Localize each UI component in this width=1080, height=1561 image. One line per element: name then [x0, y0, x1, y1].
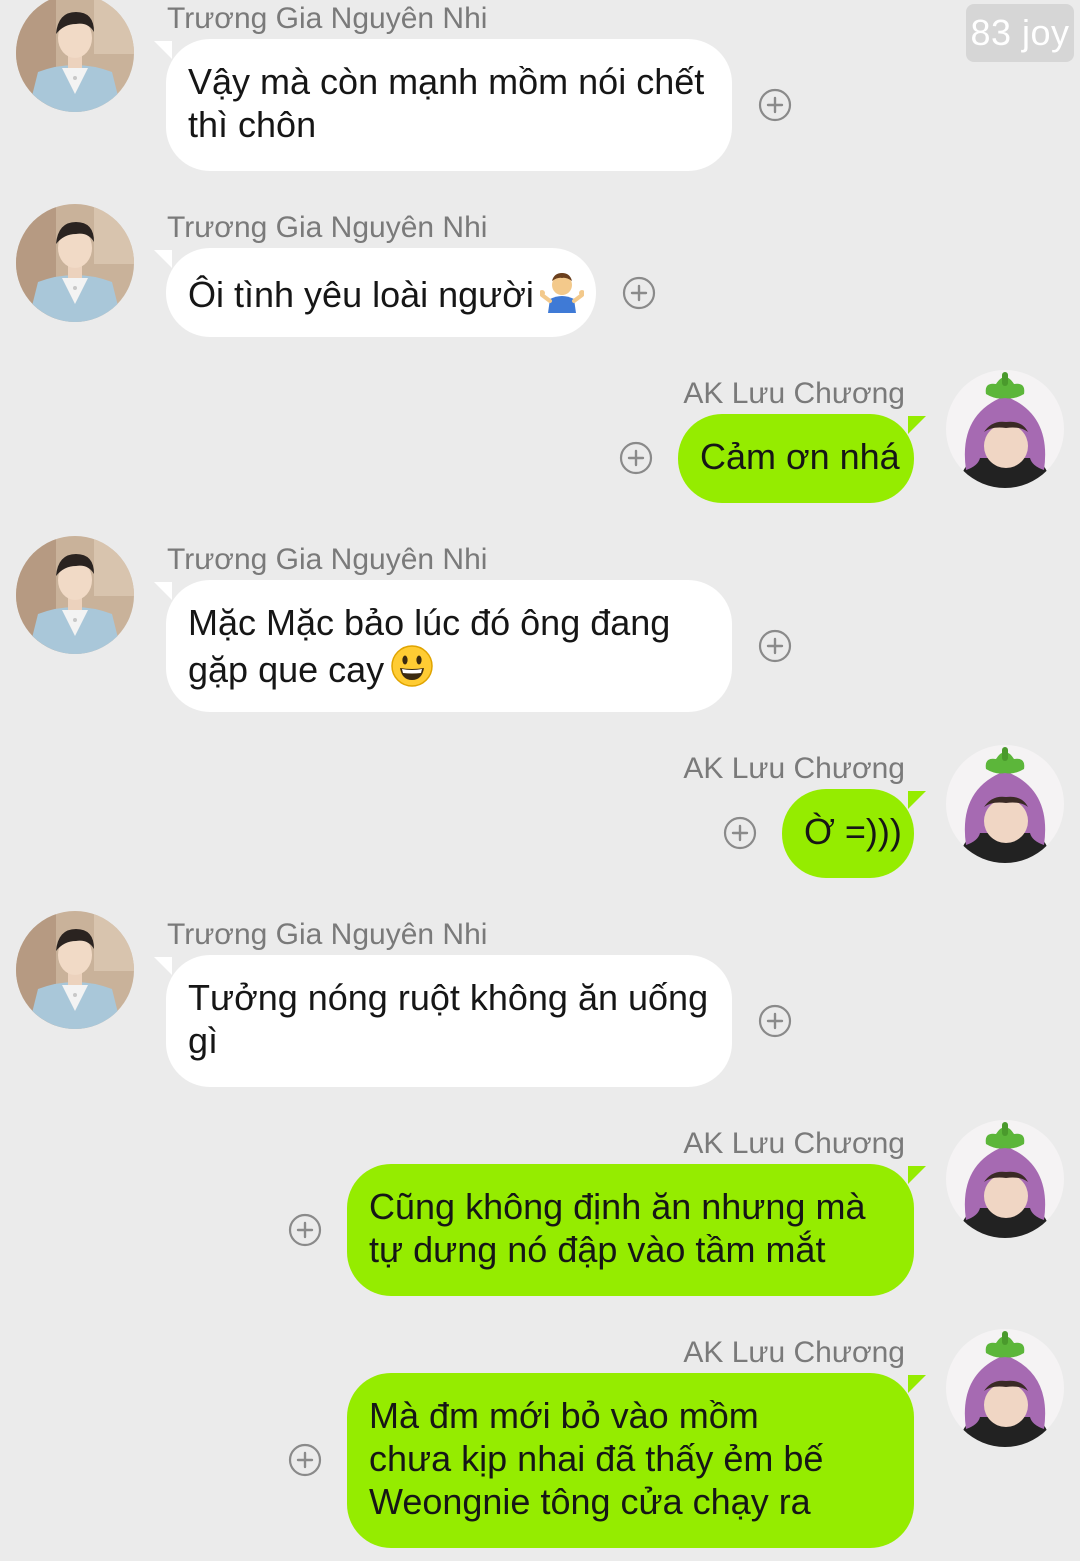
message-bubble[interactable]: Mà đm mới bỏ vào mồm chưa kịp nhai đã th…	[347, 1373, 926, 1548]
contact-avatar[interactable]	[16, 911, 134, 1029]
plus-circle-icon[interactable]	[758, 88, 792, 122]
plus-circle-icon[interactable]	[619, 441, 653, 475]
message-text-line: Cũng không định ăn nhưng mà	[369, 1186, 866, 1227]
message-text-line: Mà đm mới bỏ vào mồm	[369, 1395, 759, 1436]
self-avatar[interactable]	[946, 1329, 1064, 1447]
message-text-line: Tưởng nóng ruột không ăn uống	[188, 977, 709, 1018]
person-shrugging-emoji-icon	[540, 269, 584, 313]
sender-name: Trương Gia Nguyên Nhi	[167, 2, 488, 35]
contact-avatar[interactable]	[16, 536, 134, 654]
message-text-line: Vậy mà còn mạnh mồm nói chết	[188, 61, 705, 102]
plus-circle-icon[interactable]	[622, 276, 656, 310]
sender-name: AK Lưu Chương	[683, 752, 905, 785]
message-text-line: Ờ =)))	[804, 811, 902, 852]
plus-circle-icon[interactable]	[758, 1004, 792, 1038]
watermark-label: 83 joy	[966, 4, 1074, 62]
message-bubble[interactable]: Ôi tình yêu loài người	[154, 248, 596, 337]
message-text-line: Cảm ơn nhá	[700, 436, 900, 477]
sender-name: AK Lưu Chương	[683, 1336, 905, 1369]
message-text: gặp que cay	[188, 649, 385, 690]
message-bubble[interactable]: Vậy mà còn mạnh mồm nói chết thì chôn	[154, 39, 732, 171]
message-text-line: gì	[188, 1020, 219, 1061]
message-text-line: Weongnie tông cửa chạy ra	[369, 1481, 811, 1522]
message-text-line: tự dưng nó đập vào tầm mắt	[369, 1229, 826, 1270]
plus-circle-icon[interactable]	[288, 1443, 322, 1477]
contact-avatar[interactable]	[16, 204, 134, 322]
sender-name: AK Lưu Chương	[683, 1127, 905, 1160]
message-bubble[interactable]: Tưởng nóng ruột không ăn uống gì	[154, 955, 732, 1087]
contact-avatar[interactable]	[16, 0, 134, 112]
message-text-line: Ôi tình yêu loài người	[188, 269, 574, 316]
message-text-line: gặp que cay	[188, 644, 710, 691]
sender-name: Trương Gia Nguyên Nhi	[167, 918, 488, 951]
message-text-line: chưa kịp nhai đã thấy ẻm bế	[369, 1438, 824, 1479]
self-avatar[interactable]	[946, 1120, 1064, 1238]
message-text-line: thì chôn	[188, 104, 317, 145]
plus-circle-icon[interactable]	[723, 816, 757, 850]
sender-name: Trương Gia Nguyên Nhi	[167, 543, 488, 576]
message-bubble[interactable]: Mặc Mặc bảo lúc đó ông đang gặp que cay	[154, 580, 732, 712]
plus-circle-icon[interactable]	[288, 1213, 322, 1247]
self-avatar[interactable]	[946, 745, 1064, 863]
message-bubble[interactable]: Cũng không định ăn nhưng mà tự dưng nó đ…	[347, 1164, 926, 1296]
plus-circle-icon[interactable]	[758, 629, 792, 663]
message-text: Ôi tình yêu loài người	[188, 274, 534, 315]
sender-name: AK Lưu Chương	[683, 377, 905, 410]
message-bubble[interactable]: Cảm ơn nhá	[678, 414, 926, 503]
grinning-face-emoji-icon	[390, 644, 434, 688]
message-text-line: Mặc Mặc bảo lúc đó ông đang	[188, 602, 671, 643]
sender-name: Trương Gia Nguyên Nhi	[167, 211, 488, 244]
message-bubble[interactable]: Ờ =)))	[782, 789, 926, 878]
self-avatar[interactable]	[946, 370, 1064, 488]
